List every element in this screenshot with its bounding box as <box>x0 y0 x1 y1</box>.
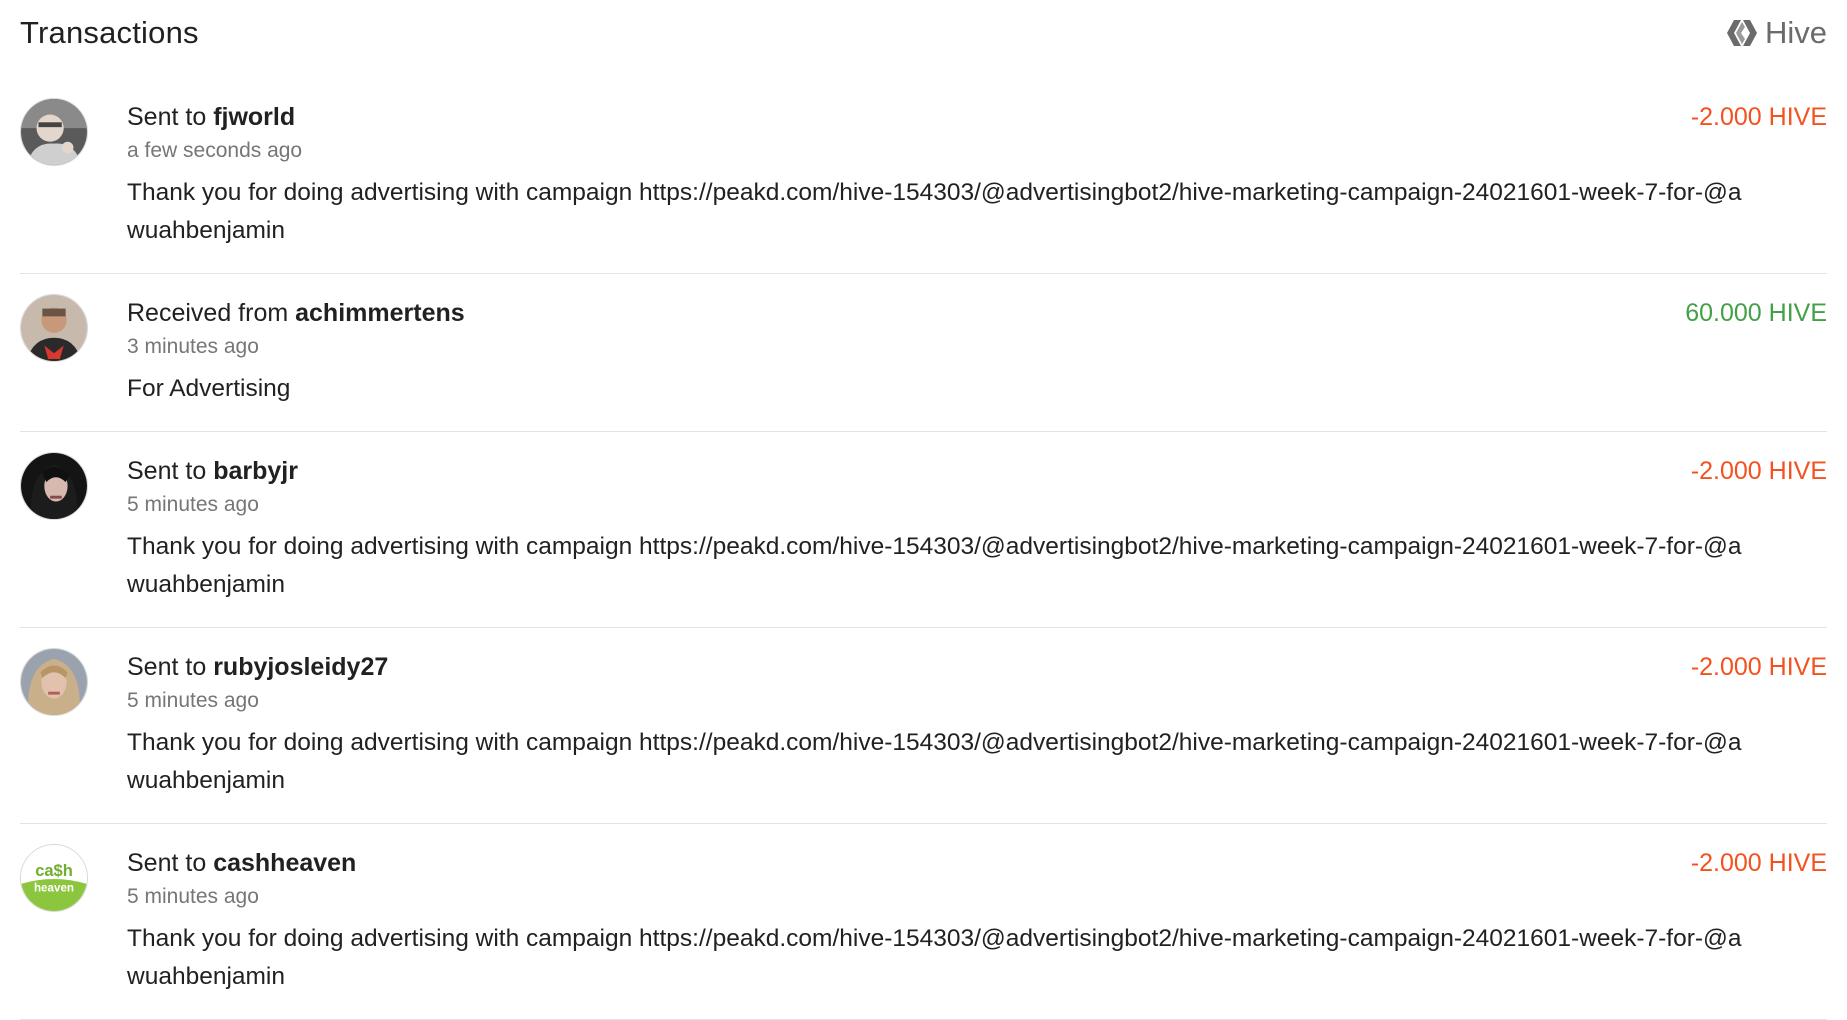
counterparty-link[interactable]: rubyjosleidy27 <box>213 653 388 681</box>
transaction-row[interactable]: Received from achimmertens 60.000 HIVE 3… <box>20 274 1827 432</box>
transaction-row[interactable]: Sent to barbyjr -2.000 HIVE 5 minutes ag… <box>20 432 1827 628</box>
counterparty-link[interactable]: cashheaven <box>213 849 356 877</box>
timestamp: 5 minutes ago <box>127 493 259 516</box>
user-avatar[interactable]: ca$h heaven <box>20 844 88 912</box>
amount-value: 60.000 HIVE <box>1685 299 1827 327</box>
transaction-headline: Received from achimmertens <box>127 298 465 328</box>
amount-value: -2.000 HIVE <box>1690 849 1827 877</box>
counterparty-link[interactable]: fjworld <box>213 103 295 131</box>
cash-heaven-logo: ca$h heaven <box>21 845 87 911</box>
direction-label: Sent to <box>127 103 207 131</box>
timestamp: 3 minutes ago <box>127 335 259 358</box>
counterparty-link[interactable]: barbyjr <box>213 457 298 485</box>
direction-label: Sent to <box>127 653 207 681</box>
user-avatar[interactable] <box>20 452 88 520</box>
user-avatar[interactable] <box>20 294 88 362</box>
memo-text: Thank you for doing advertising with cam… <box>127 533 1742 598</box>
memo-text: Thank you for doing advertising with cam… <box>127 179 1742 244</box>
transaction-headline: Sent to fjworld <box>127 102 295 132</box>
transaction-headline: Sent to cashheaven <box>127 848 356 878</box>
amount-value: -2.000 HIVE <box>1690 103 1827 131</box>
transaction-headline: Sent to barbyjr <box>127 456 298 486</box>
user-avatar[interactable] <box>20 648 88 716</box>
memo-text: For Advertising <box>127 375 291 402</box>
direction-label: Received from <box>127 299 289 327</box>
memo-text: Thank you for doing advertising with cam… <box>127 729 1742 794</box>
hive-brand[interactable]: Hive <box>1725 15 1827 51</box>
amount-value: -2.000 HIVE <box>1690 653 1827 681</box>
memo-text: Thank you for doing advertising with cam… <box>127 925 1742 990</box>
page-title: Transactions <box>20 15 199 50</box>
user-avatar[interactable] <box>20 98 88 166</box>
transaction-headline: Sent to rubyjosleidy27 <box>127 652 388 682</box>
amount-value: -2.000 HIVE <box>1690 457 1827 485</box>
direction-label: Sent to <box>127 457 207 485</box>
transaction-row[interactable]: Sent to rubyjosleidy27 -2.000 HIVE 5 min… <box>20 628 1827 824</box>
svg-text:heaven: heaven <box>34 882 74 895</box>
transaction-row[interactable]: ca$h heaven Sent to cashheaven -2.000 HI… <box>20 824 1827 1020</box>
timestamp: a few seconds ago <box>127 139 303 162</box>
hive-logo-icon <box>1725 18 1759 48</box>
transactions-header: Transactions Hive <box>20 10 1827 56</box>
timestamp: 5 minutes ago <box>127 689 259 712</box>
transaction-list: Sent to fjworld -2.000 HIVE a few second… <box>20 78 1827 1020</box>
transactions-page: Transactions Hive Sent to fjworld -2.000… <box>0 0 1847 1020</box>
svg-text:ca$h: ca$h <box>35 862 73 880</box>
timestamp: 5 minutes ago <box>127 885 259 908</box>
counterparty-link[interactable]: achimmertens <box>295 299 465 327</box>
hive-brand-label: Hive <box>1764 15 1827 50</box>
transaction-row[interactable]: Sent to fjworld -2.000 HIVE a few second… <box>20 78 1827 274</box>
direction-label: Sent to <box>127 849 207 877</box>
